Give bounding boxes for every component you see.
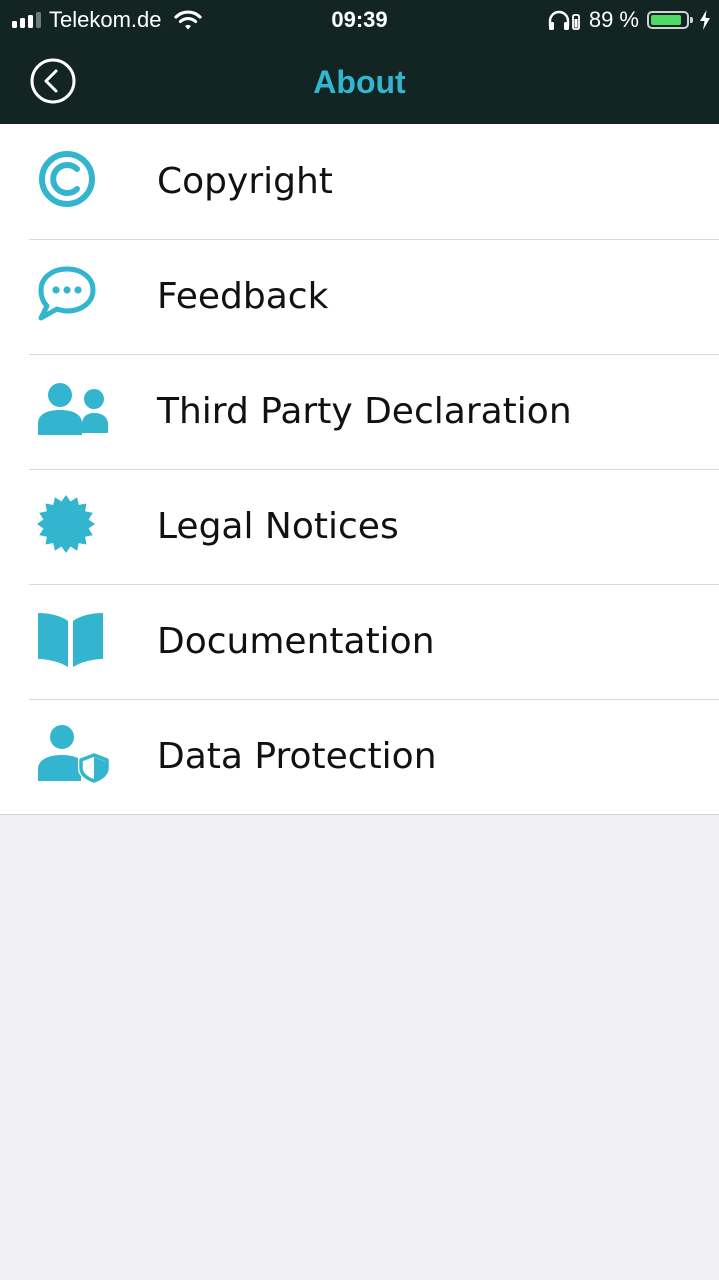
user-shield-icon (36, 724, 112, 788)
menu-item-label: Third Party Declaration (157, 391, 572, 432)
menu-item-legal-notices[interactable]: Legal Notices (0, 469, 719, 584)
seal-badge-shape (37, 495, 95, 553)
about-menu-list: Copyright Feedback Third Party Declarati… (0, 124, 719, 815)
menu-item-label: Feedback (157, 276, 329, 317)
menu-item-label: Documentation (157, 621, 435, 662)
about-screen: Telekom.de 09:39 89 % About Copyright Fe… (0, 0, 719, 1280)
battery-percent: 89 % (588, 7, 639, 32)
people-icon (36, 379, 112, 443)
wifi-icon (173, 9, 202, 31)
menu-item-label: Legal Notices (157, 506, 399, 547)
signal-icon (12, 12, 41, 28)
chat-bubble-icon (36, 264, 112, 328)
status-right: 89 % (547, 0, 711, 40)
page-title: About (313, 64, 406, 100)
menu-item-documentation[interactable]: Documentation (0, 584, 719, 699)
menu-item-feedback[interactable]: Feedback (0, 239, 719, 354)
open-book-icon (36, 609, 112, 673)
menu-item-data-protection[interactable]: Data Protection (0, 699, 719, 814)
seal-badge-icon (36, 494, 112, 558)
menu-item-label: Copyright (157, 161, 333, 202)
headphones-icon (547, 9, 581, 31)
back-chevron-circle-icon (30, 58, 76, 104)
battery-icon (647, 11, 693, 29)
back-button[interactable] (30, 58, 76, 104)
status-left: Telekom.de (12, 0, 202, 40)
battery-level-fill (651, 15, 681, 25)
status-bar: Telekom.de 09:39 89 % (0, 0, 719, 40)
copyright-icon (36, 149, 112, 213)
menu-item-copyright[interactable]: Copyright (0, 124, 719, 239)
menu-item-label: Data Protection (157, 736, 437, 777)
menu-item-third-party-declaration[interactable]: Third Party Declaration (0, 354, 719, 469)
navigation-bar: About (0, 40, 719, 124)
carrier-name: Telekom.de (49, 7, 162, 32)
charging-bolt-icon (699, 10, 711, 30)
